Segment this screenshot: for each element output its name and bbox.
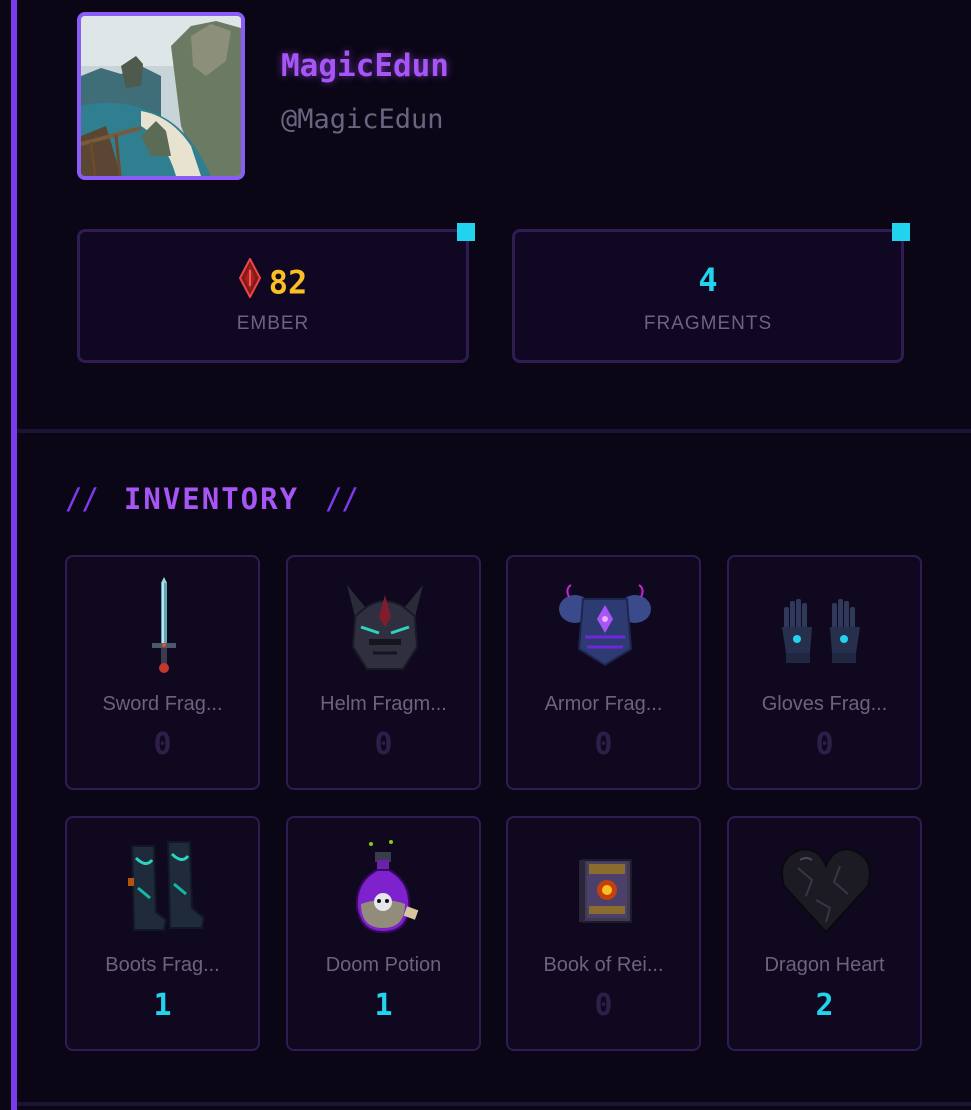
ember-label: EMBER	[236, 313, 310, 334]
inventory-item-sword[interactable]: Sword Frag... 0	[65, 555, 260, 790]
display-name: MagicEdun	[281, 48, 449, 84]
item-count: 1	[153, 988, 172, 1023]
coastal-landscape-image	[81, 16, 241, 176]
item-count: 2	[815, 988, 834, 1023]
inventory-item-boots[interactable]: Boots Frag... 1	[65, 816, 260, 1051]
inventory-heading: // INVENTORY //	[65, 482, 359, 516]
gloves-icon	[776, 577, 876, 677]
bottom-divider	[17, 1102, 971, 1106]
user-handle: @MagicEdun	[281, 104, 444, 135]
armor-icon	[555, 577, 655, 677]
fragments-stat-value: 4	[515, 258, 901, 300]
corner-marker	[457, 223, 475, 241]
section-divider	[17, 429, 971, 433]
ember-count: 82	[268, 263, 308, 302]
helm-icon	[335, 577, 435, 677]
fragments-stat-card: 4 FRAGMENTS	[512, 223, 910, 363]
inventory-item-dragon-heart[interactable]: Dragon Heart 2	[727, 816, 922, 1051]
heading-slashes-left: //	[65, 482, 99, 516]
item-name: Gloves Frag...	[761, 693, 888, 715]
heart-icon	[776, 838, 876, 938]
item-count: 0	[153, 727, 172, 762]
item-name: Helm Fragm...	[320, 693, 447, 715]
item-count: 0	[815, 727, 834, 762]
ember-stat-card: 82 EMBER	[77, 223, 475, 363]
item-name: Book of Rei...	[543, 954, 664, 976]
heading-slashes-right: //	[325, 482, 359, 516]
avatar[interactable]	[77, 12, 245, 180]
sword-icon	[114, 577, 214, 677]
inventory-item-gloves[interactable]: Gloves Frag... 0	[727, 555, 922, 790]
item-count: 1	[374, 988, 393, 1023]
potion-icon	[335, 838, 435, 938]
ember-gem-icon	[238, 256, 261, 307]
item-name: Dragon Heart	[764, 954, 885, 976]
ember-stat-value: 82	[80, 256, 466, 307]
profile-panel: MagicEdun @MagicEdun 82 EMBER 4 FRAGMENT…	[17, 0, 971, 1110]
inventory-item-helm[interactable]: Helm Fragm... 0	[286, 555, 481, 790]
item-count: 0	[594, 988, 613, 1023]
item-name: Doom Potion	[325, 954, 442, 976]
inventory-title: INVENTORY	[123, 482, 300, 516]
inventory-item-armor[interactable]: Armor Frag... 0	[506, 555, 701, 790]
item-count: 0	[594, 727, 613, 762]
book-icon	[555, 838, 655, 938]
fragments-label: FRAGMENTS	[643, 313, 773, 334]
boots-icon	[114, 838, 214, 938]
item-name: Sword Frag...	[102, 693, 223, 715]
inventory-item-book[interactable]: Book of Rei... 0	[506, 816, 701, 1051]
item-count: 0	[374, 727, 393, 762]
inventory-item-doom-potion[interactable]: Doom Potion 1	[286, 816, 481, 1051]
item-name: Boots Frag...	[105, 954, 220, 976]
corner-marker	[892, 223, 910, 241]
fragments-count: 4	[698, 261, 718, 299]
item-name: Armor Frag...	[544, 693, 663, 715]
